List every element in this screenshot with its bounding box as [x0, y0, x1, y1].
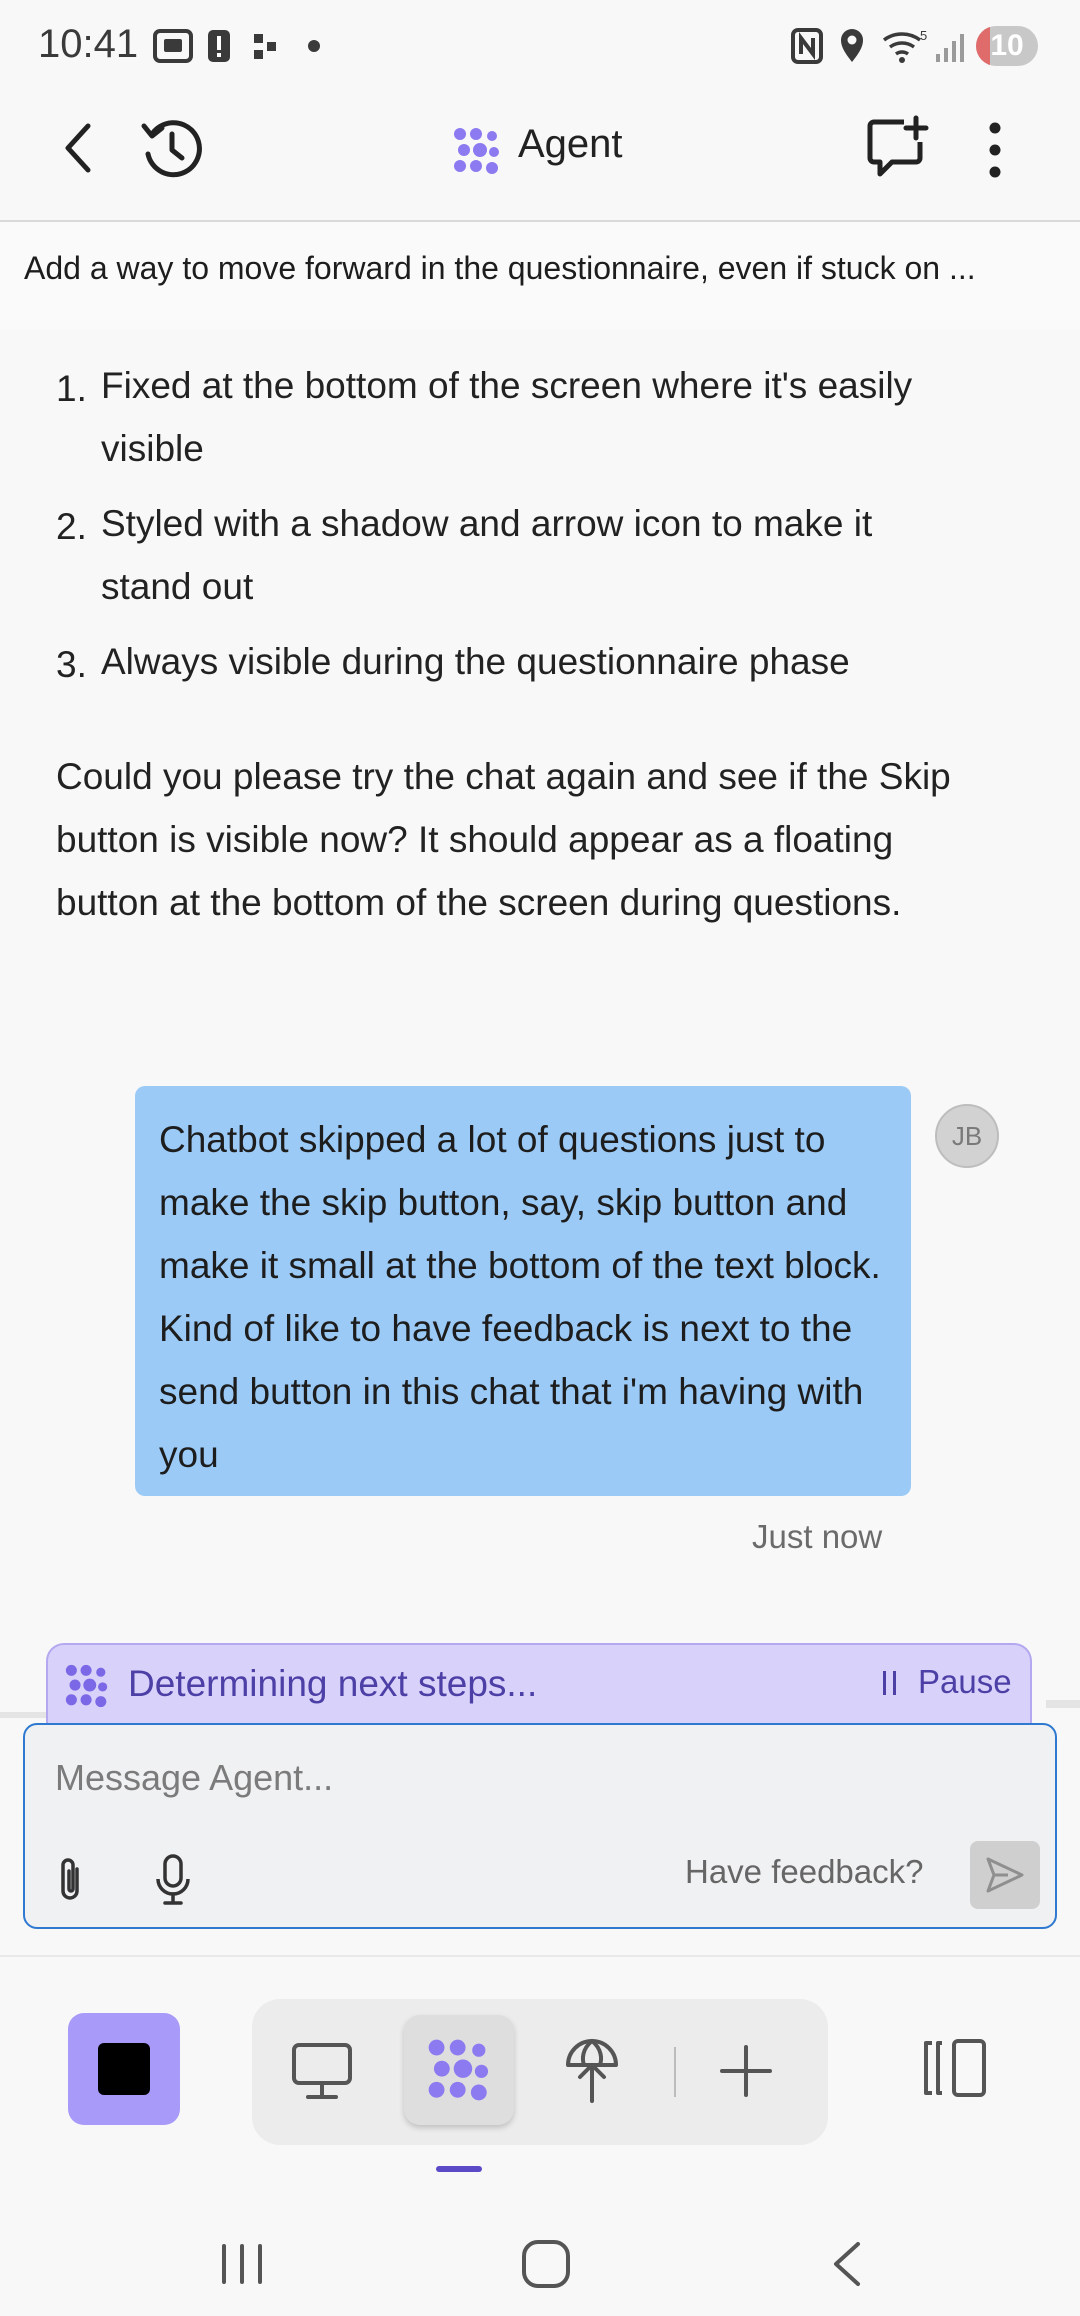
back-arrow-icon[interactable] [56, 120, 100, 176]
switch-view-icon[interactable] [920, 2035, 990, 2101]
battery-percent: 10 [990, 29, 1024, 62]
divider [1046, 1700, 1080, 1708]
send-button[interactable] [970, 1841, 1040, 1909]
tool-tabs [252, 1999, 828, 2145]
user-message-text: Chatbot skipped a lot of questions just … [159, 1119, 881, 1475]
working-status-text: Determining next steps... [128, 1663, 538, 1704]
nfc-icon [791, 28, 823, 64]
system-back-icon[interactable] [826, 2240, 866, 2288]
tab-preview[interactable] [290, 2041, 354, 2101]
list-line: visible [101, 428, 204, 469]
agent-working-status: Determining next steps... Pause [46, 1643, 1032, 1723]
system-nav-bar [0, 2200, 1080, 2316]
wifi-icon: 5 [882, 28, 927, 63]
more-options-icon[interactable] [984, 118, 1006, 182]
agent-message-text: Could you please try the chat again and … [56, 756, 951, 923]
attachment-icon[interactable] [53, 1855, 89, 1905]
user-message-bubble: Chatbot skipped a lot of questions just … [135, 1086, 911, 1496]
agent-logo-icon [428, 2039, 489, 2101]
task-title-banner[interactable]: Add a way to move forward in the questio… [0, 222, 1080, 330]
pause-icon [883, 1671, 896, 1695]
message-input[interactable] [53, 1747, 1017, 1809]
bottom-toolbar [0, 1955, 1080, 2167]
list-text: Fixed at the bottom of the screen where … [101, 354, 1021, 480]
list-number: 2. [56, 506, 87, 547]
location-icon [841, 29, 863, 62]
add-tool-icon[interactable] [718, 2043, 774, 2099]
list-line: Fixed at the bottom of the screen where … [101, 365, 913, 406]
list-number: 1. [56, 368, 87, 409]
agent-logo-icon [65, 1664, 108, 1708]
avatar: JB [935, 1104, 999, 1168]
divider [0, 1712, 46, 1718]
stop-button[interactable] [68, 2013, 180, 2125]
app-header: Agent [0, 92, 1080, 222]
list-text: Always visible during the questionnaire … [101, 630, 1021, 693]
list-line: Always visible during the questionnaire … [101, 641, 850, 682]
microphone-icon[interactable] [153, 1853, 193, 1907]
tab-deploy[interactable] [564, 2037, 620, 2105]
battery-indicator: 10 [976, 26, 1038, 66]
screenshot-icon [153, 29, 193, 63]
new-chat-icon[interactable] [864, 114, 930, 180]
send-icon [986, 1857, 1024, 1893]
agent-logo-icon [454, 128, 499, 174]
status-time: 10:41 [38, 22, 139, 66]
tab-agent[interactable] [404, 2015, 514, 2125]
data-saver-icon [254, 34, 276, 59]
page-title: Agent [518, 122, 623, 166]
list-text: Styled with a shadow and arrow icon to m… [101, 492, 1021, 618]
history-icon[interactable] [138, 116, 204, 182]
task-title: Add a way to move forward in the questio… [24, 250, 976, 286]
dot-icon [308, 40, 320, 52]
list-line: stand out [101, 566, 254, 607]
active-tab-indicator [436, 2166, 482, 2172]
recent-apps-icon[interactable] [218, 2242, 266, 2286]
stop-icon [98, 2043, 150, 2095]
home-icon[interactable] [520, 2238, 572, 2290]
list-line: Styled with a shadow and arrow icon to m… [101, 503, 873, 544]
svg-text:5: 5 [920, 28, 927, 43]
feedback-link[interactable]: Have feedback? [685, 1853, 924, 1891]
message-composer: Have feedback? [23, 1723, 1057, 1929]
list-number: 3. [56, 644, 87, 685]
pause-label: Pause [918, 1663, 1012, 1700]
signal-icon [936, 34, 964, 62]
message-timestamp: Just now [752, 1518, 883, 1555]
divider [674, 2047, 676, 2097]
alert-icon [208, 30, 230, 62]
status-bar: 10:41 5 10 [0, 0, 1080, 92]
